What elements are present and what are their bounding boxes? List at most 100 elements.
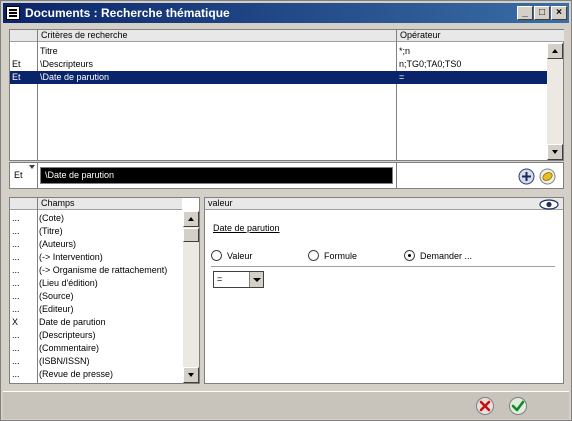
separator bbox=[211, 266, 555, 267]
radio-valeur[interactable] bbox=[211, 250, 222, 261]
field-label: Date de parution bbox=[39, 317, 106, 327]
row-connector: Et bbox=[12, 59, 21, 69]
scroll-down-button[interactable] bbox=[183, 367, 199, 383]
arrow-up-icon bbox=[552, 49, 558, 53]
cancel-icon[interactable] bbox=[475, 396, 495, 416]
field-label: (Source) bbox=[39, 291, 74, 301]
value-panel: valeur Date de parution Valeur Formule D… bbox=[204, 197, 564, 384]
field-label: (Descripteurs) bbox=[39, 330, 96, 340]
field-row[interactable]: ... (ISBN/ISSN) bbox=[10, 355, 182, 368]
criteria-row[interactable]: Titre *;n bbox=[10, 45, 547, 58]
header-criteria: Critères de recherche bbox=[38, 30, 396, 42]
criterion-input[interactable]: \Date de parution bbox=[40, 167, 393, 184]
fields-list: Champs ... (Cote) ... (Titre) ... (Auteurs)… bbox=[9, 197, 200, 384]
field-mark: ... bbox=[12, 239, 20, 249]
field-row-checked[interactable]: X Date de parution bbox=[10, 316, 182, 329]
connector-dropdown-icon[interactable] bbox=[29, 165, 35, 169]
column-divider bbox=[37, 163, 38, 188]
connector-select[interactable]: Et bbox=[14, 170, 23, 180]
radio-formule-label[interactable]: Formule bbox=[324, 251, 357, 261]
field-name-label: Date de parution bbox=[213, 223, 280, 233]
operator-select[interactable]: = bbox=[213, 271, 264, 288]
field-row[interactable]: ... (Titre) bbox=[10, 225, 182, 238]
field-row[interactable]: ... (Revue de presse) bbox=[10, 368, 182, 381]
arrow-down-icon bbox=[188, 373, 194, 377]
field-row[interactable]: ... (Auteurs) bbox=[10, 238, 182, 251]
field-mark: ... bbox=[12, 252, 20, 262]
header-operator: Opérateur bbox=[397, 30, 564, 42]
scroll-up-button[interactable] bbox=[183, 211, 199, 227]
field-mark: ... bbox=[12, 330, 20, 340]
eye-icon[interactable] bbox=[539, 199, 559, 210]
field-mark: ... bbox=[12, 226, 20, 236]
title-bar[interactable]: Documents : Recherche thématique _ □ × bbox=[3, 3, 569, 23]
criteria-scrollbar[interactable] bbox=[547, 43, 563, 160]
criteria-edit-row: Et \Date de parution bbox=[9, 162, 564, 189]
radio-demander-label[interactable]: Demander ... bbox=[420, 251, 472, 261]
header-connector bbox=[10, 30, 37, 42]
scroll-thumb[interactable] bbox=[183, 228, 199, 242]
field-label: (-> Intervention) bbox=[39, 252, 103, 262]
row-connector: Et bbox=[12, 72, 21, 82]
window-title: Documents : Recherche thématique bbox=[25, 6, 230, 20]
row-criterion: Titre bbox=[40, 46, 58, 56]
bottom-bar bbox=[3, 391, 569, 419]
field-row[interactable]: ... (Cote) bbox=[10, 212, 182, 225]
chevron-down-icon[interactable] bbox=[249, 272, 263, 287]
field-label: (Editeur) bbox=[39, 304, 74, 314]
app-icon bbox=[6, 6, 20, 20]
minimize-button[interactable]: _ bbox=[517, 6, 533, 20]
row-criterion: \Descripteurs bbox=[40, 59, 94, 69]
close-button[interactable]: × bbox=[551, 6, 567, 20]
field-label: (Titre) bbox=[39, 226, 63, 236]
scroll-down-button[interactable] bbox=[547, 144, 563, 160]
field-row[interactable]: ... (-> Intervention) bbox=[10, 251, 182, 264]
radio-formule[interactable] bbox=[308, 250, 319, 261]
plus-circle-icon[interactable] bbox=[518, 168, 535, 185]
field-label: (ISBN/ISSN) bbox=[39, 356, 90, 366]
operator-select-value: = bbox=[217, 274, 223, 284]
row-operator: n;TG0;TA0;TS0 bbox=[399, 59, 462, 69]
value-header: valeur bbox=[205, 198, 563, 210]
checkmark-icon[interactable] bbox=[508, 396, 528, 416]
dialog-window: Documents : Recherche thématique _ □ × C… bbox=[0, 0, 572, 421]
scroll-up-button[interactable] bbox=[547, 43, 563, 59]
field-mark: ... bbox=[12, 278, 20, 288]
row-criterion: \Date de parution bbox=[40, 72, 110, 82]
field-row[interactable]: ... (Source) bbox=[10, 290, 182, 303]
row-operator: *;n bbox=[399, 46, 411, 56]
field-mark: ... bbox=[12, 213, 20, 223]
eraser-icon[interactable] bbox=[539, 168, 556, 185]
field-label: (Lieu d'édition) bbox=[39, 278, 98, 288]
field-mark: ... bbox=[12, 356, 20, 366]
maximize-button[interactable]: □ bbox=[534, 6, 550, 20]
field-label: (-> Organisme de rattachement) bbox=[39, 265, 168, 275]
arrow-up-icon bbox=[188, 217, 194, 221]
arrow-down-icon bbox=[552, 150, 558, 154]
field-mark: ... bbox=[12, 265, 20, 275]
field-row[interactable]: ... (-> Organisme de rattachement) bbox=[10, 264, 182, 277]
field-label: (Revue de presse) bbox=[39, 369, 114, 379]
field-row[interactable]: ... (Descripteurs) bbox=[10, 329, 182, 342]
header-fields: Champs bbox=[38, 198, 182, 210]
field-label: (Cote) bbox=[39, 213, 65, 223]
row-operator: = bbox=[399, 72, 405, 82]
criteria-row[interactable]: Et \Descripteurs n;TG0;TA0;TS0 bbox=[10, 58, 547, 71]
criteria-row-selected[interactable]: Et \Date de parution = bbox=[10, 71, 547, 84]
header-mark bbox=[10, 198, 37, 210]
field-label: (Commentaire) bbox=[39, 343, 100, 353]
field-mark: X bbox=[12, 317, 19, 327]
field-mark: ... bbox=[12, 304, 20, 314]
fields-scrollbar[interactable] bbox=[183, 211, 199, 383]
field-mark: ... bbox=[12, 369, 20, 379]
field-row[interactable]: ... (Lieu d'édition) bbox=[10, 277, 182, 290]
radio-demander[interactable] bbox=[404, 250, 415, 261]
field-row[interactable]: ... (Editeur) bbox=[10, 303, 182, 316]
radio-valeur-label[interactable]: Valeur bbox=[227, 251, 252, 261]
field-mark: ... bbox=[12, 343, 20, 353]
field-mark: ... bbox=[12, 291, 20, 301]
field-row[interactable]: ... (Commentaire) bbox=[10, 342, 182, 355]
field-label: (Auteurs) bbox=[39, 239, 77, 249]
criteria-table: Critères de recherche Opérateur Titre *;… bbox=[9, 29, 564, 161]
column-divider bbox=[396, 163, 397, 188]
